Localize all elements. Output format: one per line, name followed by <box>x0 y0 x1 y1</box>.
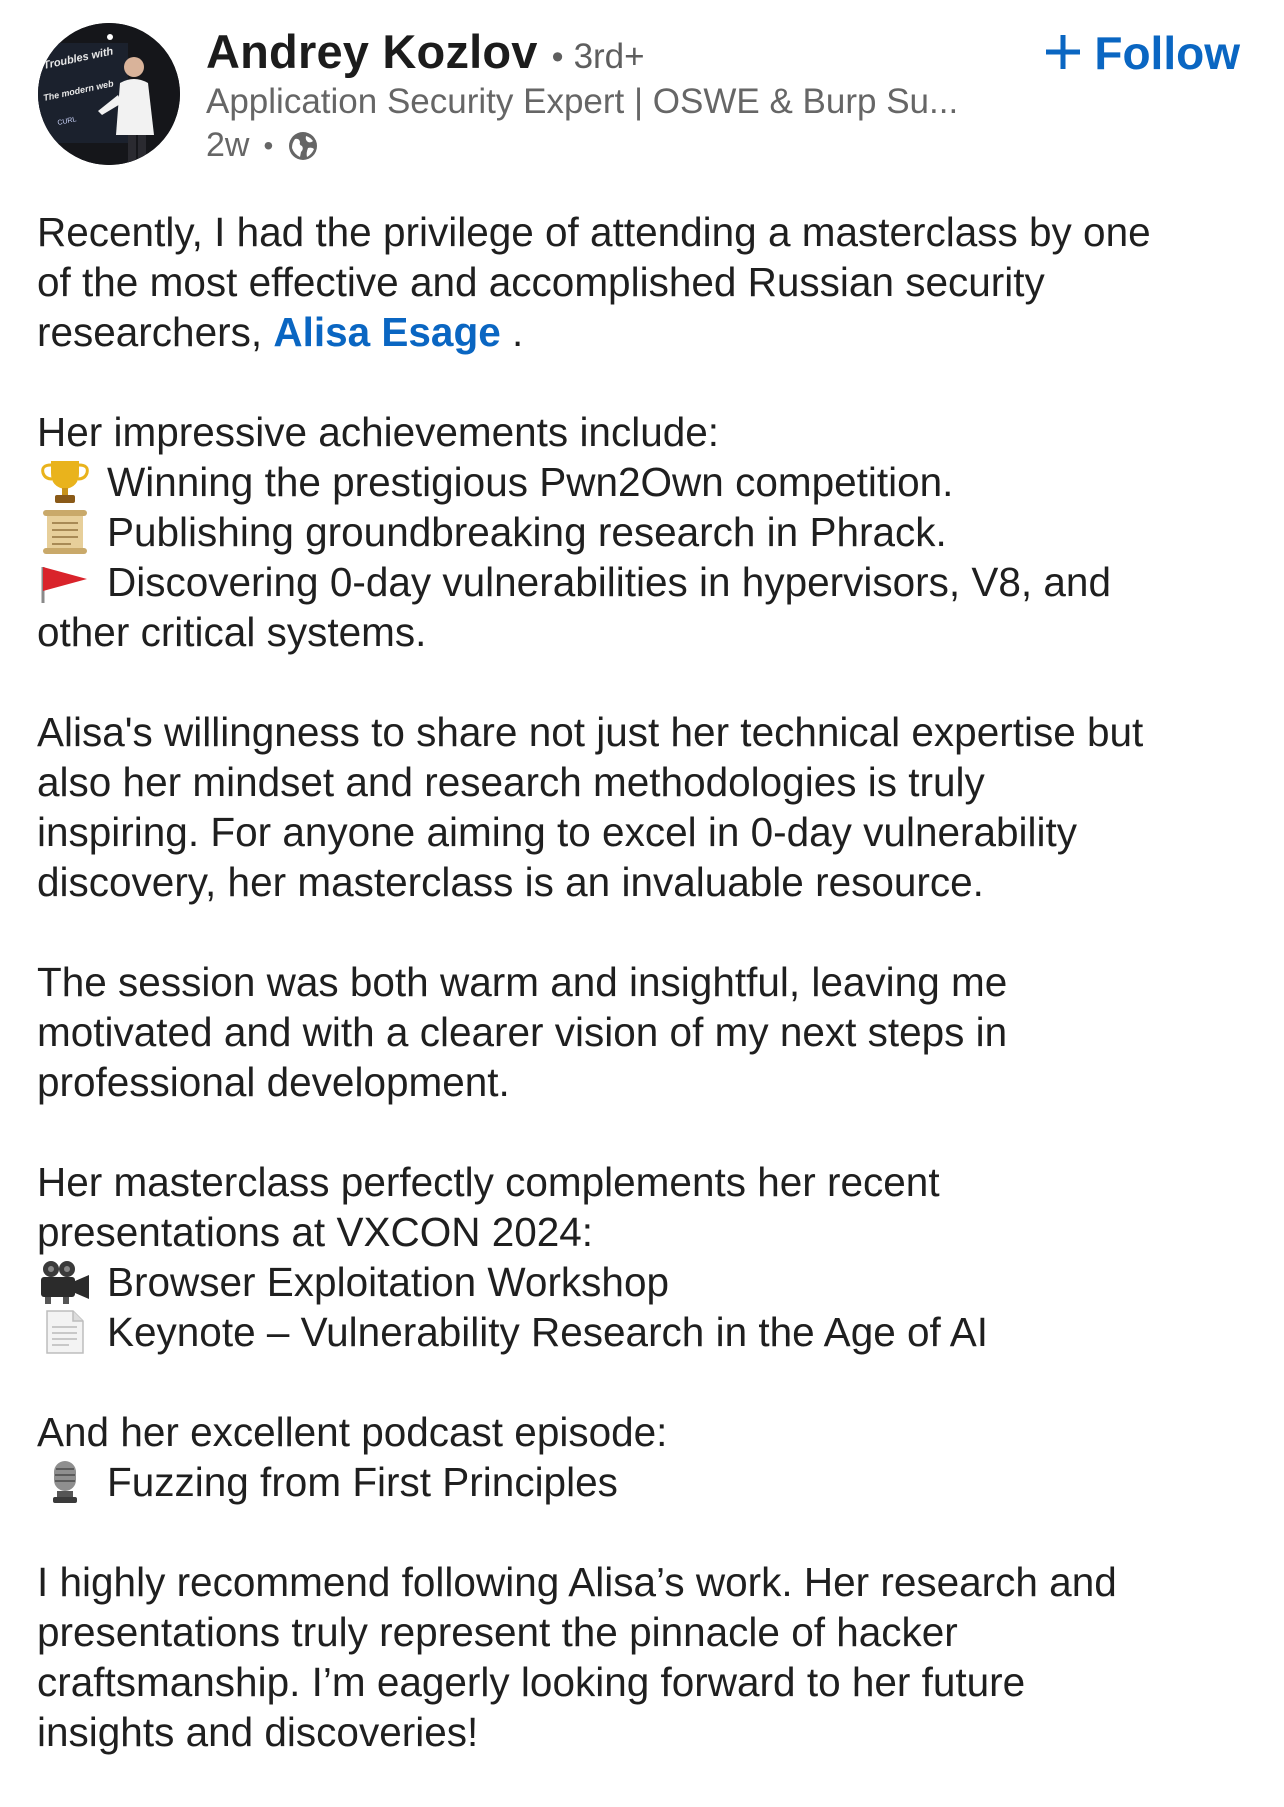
post-body: Recently, I had the privilege of attendi… <box>37 207 1257 1807</box>
avatar-photo: Troubles with The modern web CURL <box>38 23 180 165</box>
list-item: Discovering 0-day vulnerabilities in hyp… <box>37 557 1257 607</box>
intro-paragraph: Recently, I had the privilege of attendi… <box>37 207 1257 357</box>
text-line: The session was both warm and insightful… <box>37 959 1008 1005</box>
mention-link[interactable]: Alisa Esage <box>273 309 500 355</box>
list-heading: And her excellent podcast episode: <box>37 1409 668 1455</box>
follow-button[interactable]: Follow <box>1046 26 1240 80</box>
text-line: motivated and with a clearer vision of m… <box>37 1009 1008 1055</box>
text-line: insights and discoveries! <box>37 1709 479 1755</box>
closing-paragraph: I highly recommend following Alisa’s wor… <box>37 1557 1257 1757</box>
separator-dot: • <box>263 129 274 161</box>
post-time: 2w <box>206 126 250 164</box>
text-line: inspiring. For anyone aiming to excel in… <box>37 809 1078 855</box>
text-line: discovery, her masterclass is an invalua… <box>37 859 984 905</box>
text-line: craftsmanship. I’m eagerly looking forwa… <box>37 1659 1026 1705</box>
author-avatar[interactable]: Troubles with The modern web CURL <box>38 23 180 165</box>
document-icon <box>37 1309 93 1355</box>
text-segment: . <box>500 309 524 355</box>
list-item-text: Winning the prestigious Pwn2Own competit… <box>107 459 954 505</box>
list-item: Keynote – Vulnerability Research in the … <box>37 1307 1257 1357</box>
post-meta: 2w • <box>206 126 319 165</box>
list-item: Fuzzing from First Principles <box>37 1457 1257 1507</box>
podcast-list: And her excellent podcast episode: Fuzzi… <box>37 1407 1257 1507</box>
text-line: professional development. <box>37 1059 510 1105</box>
movie-camera-icon <box>37 1259 93 1305</box>
list-item-text: Discovering 0-day vulnerabilities in hyp… <box>107 559 1111 605</box>
list-item-text: Fuzzing from First Principles <box>107 1459 618 1505</box>
text-line: researchers, Alisa Esage . <box>37 307 1257 357</box>
text-line: presentations truly represent the pinnac… <box>37 1609 958 1655</box>
paragraph: The session was both warm and insightful… <box>37 957 1257 1107</box>
microphone-icon <box>37 1459 93 1505</box>
list-heading: Her impressive achievements include: <box>37 409 720 455</box>
plus-icon <box>1046 26 1081 80</box>
presentations-list: Her masterclass perfectly complements he… <box>37 1157 1257 1357</box>
list-item: Publishing groundbreaking research in Ph… <box>37 507 1257 557</box>
text-line: also her mindset and research methodolog… <box>37 759 985 805</box>
scroll-icon <box>37 509 93 555</box>
list-item: Browser Exploitation Workshop <box>37 1257 1257 1307</box>
list-item-text: Publishing groundbreaking research in Ph… <box>107 509 947 555</box>
follow-label: Follow <box>1094 27 1240 79</box>
connection-degree: 3rd+ <box>573 37 645 76</box>
text-line: of the most effective and accomplished R… <box>37 259 1045 305</box>
flag-icon <box>37 559 93 605</box>
text-line: presentations at VXCON 2024: <box>37 1209 594 1255</box>
text-line: Her masterclass perfectly complements he… <box>37 1159 940 1205</box>
globe-icon <box>287 130 319 162</box>
author-name[interactable]: Andrey Kozlov <box>206 24 538 79</box>
text-line: I highly recommend following Alisa’s wor… <box>37 1559 1117 1605</box>
author-name-row: Andrey Kozlov • 3rd+ <box>206 24 645 79</box>
separator-dot: • <box>551 38 564 76</box>
trophy-icon <box>37 459 93 505</box>
text-line: Alisa's willingness to share not just he… <box>37 709 1144 755</box>
list-item: Winning the prestigious Pwn2Own competit… <box>37 457 1257 507</box>
post-header: Troubles with The modern web CURL Andrey… <box>0 0 1284 180</box>
paragraph: Alisa's willingness to share not just he… <box>37 707 1257 907</box>
author-headline: Application Security Expert | OSWE & Bur… <box>206 82 959 121</box>
achievements-list: Her impressive achievements include: Win… <box>37 407 1257 657</box>
text-line: other critical systems. <box>37 609 427 655</box>
list-item-text: Keynote – Vulnerability Research in the … <box>107 1309 989 1355</box>
list-item-text: Browser Exploitation Workshop <box>107 1259 669 1305</box>
text-segment: researchers, <box>37 309 274 355</box>
text-line: Recently, I had the privilege of attendi… <box>37 209 1151 255</box>
